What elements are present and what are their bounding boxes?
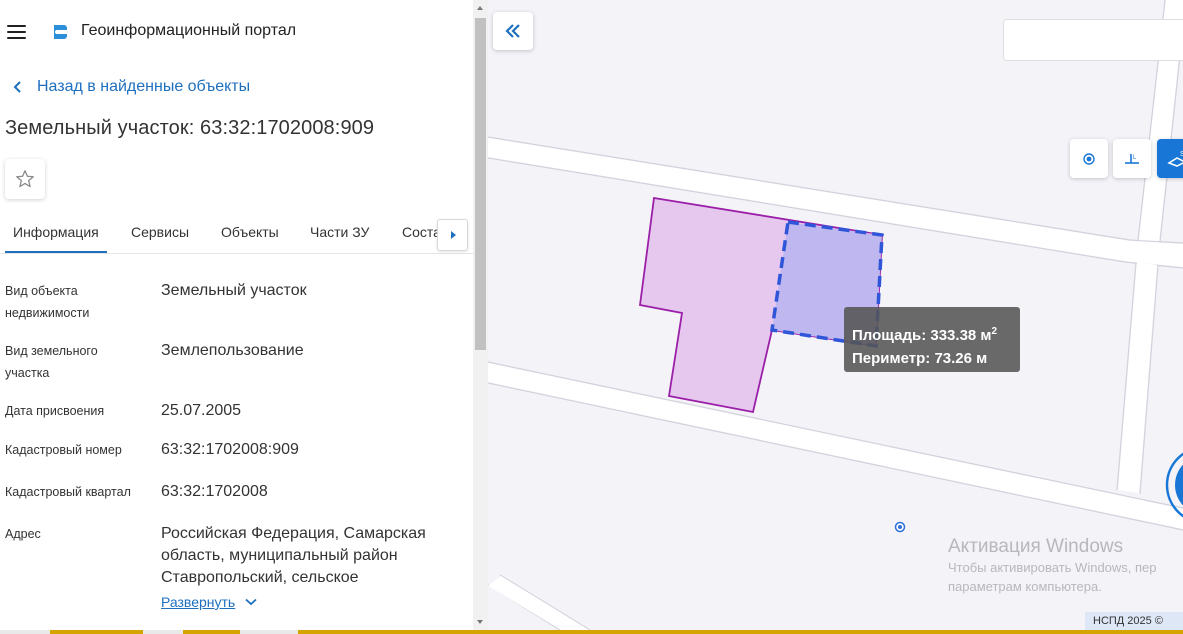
svg-text:L: L	[1133, 155, 1137, 161]
activation-line1: Чтобы активировать Windows, пер	[948, 560, 1157, 575]
info-value: Российская Федерация, Самарская область,…	[161, 525, 426, 586]
scroll-down-arrow[interactable]	[477, 620, 483, 624]
info-row-cadastral-number: Кадастровый номер 63:32:1702008:909	[5, 439, 460, 461]
area-label: Площадь:	[852, 327, 927, 344]
info-label: Кадастровый номер	[5, 443, 122, 457]
object-tabs: Информация Сервисы Объекты Части ЗУ Сост…	[0, 213, 473, 254]
taskbar-segment	[240, 630, 298, 634]
info-row-object-type: Вид объекта недвижимости Земельный участ…	[5, 280, 460, 324]
area-unit-power: 2	[991, 326, 998, 337]
back-link-label: Назад в найденные объекты	[37, 78, 251, 95]
chevron-left-icon	[13, 81, 21, 93]
taskbar-segment	[0, 630, 50, 634]
length-tool-button[interactable]: L	[1113, 139, 1151, 178]
map-copyright: НСПД 2025 ©	[1085, 612, 1183, 630]
hamburger-menu-icon[interactable]	[7, 25, 26, 39]
point-tool-button[interactable]	[1070, 139, 1108, 178]
app-window: Геоинформационный портал Назад в найденн…	[0, 0, 1183, 634]
info-value: Земельный участок	[161, 282, 307, 299]
point-tool-icon	[1083, 152, 1095, 165]
info-label: Адрес	[5, 527, 41, 541]
info-row-cadastral-quarter: Кадастровый квартал 63:32:1702008	[5, 481, 460, 503]
object-title: Земельный участок: 63:32:1702008:909	[5, 117, 375, 139]
info-value: 63:32:1702008	[161, 483, 268, 500]
tab-objects[interactable]: Объекты	[221, 213, 279, 253]
tab-composition[interactable]: Соста	[402, 213, 441, 253]
info-value: Землепользование	[161, 342, 304, 359]
taskbar-segment	[143, 630, 183, 634]
info-row-land-type: Вид земельного участка Землепользование	[5, 340, 460, 384]
tab-services[interactable]: Сервисы	[131, 213, 189, 253]
app-title: Геоинформационный портал	[81, 22, 297, 39]
panel-header: Геоинформационный портал	[0, 0, 473, 62]
expand-address-link[interactable]: Развернуть	[161, 594, 257, 610]
info-value: 63:32:1702008:909	[161, 441, 299, 458]
perimeter-readout: Периметр: 73.26 м	[852, 347, 1012, 370]
area-readout: Площадь: 333.38 м2	[852, 320, 1012, 347]
back-to-results-link[interactable]: Назад в найденные объекты	[11, 78, 250, 96]
map-view[interactable]: Активация Windows Чтобы активировать Win…	[488, 0, 1183, 630]
taskbar-strip	[0, 630, 1183, 634]
info-value: 25.07.2005	[161, 402, 242, 419]
activation-line2: параметрам компьютера.	[948, 579, 1102, 594]
windows-activation-watermark: Активация Windows Чтобы активировать Win…	[948, 536, 1157, 596]
double-chevron-left-icon	[505, 24, 520, 38]
caret-right-icon	[450, 231, 456, 239]
favorite-button[interactable]	[5, 159, 45, 199]
info-label: Дата присвоения	[5, 404, 105, 418]
tab-parcel-parts[interactable]: Части ЗУ	[310, 213, 369, 253]
area-tool-button[interactable]: S	[1157, 139, 1183, 178]
portal-logo-icon	[54, 25, 67, 39]
info-label: Вид земельного участка	[5, 344, 98, 380]
length-tool-icon: L	[1125, 153, 1139, 164]
measurement-tooltip: Площадь: 333.38 м2 Периметр: 73.26 м	[844, 307, 1020, 372]
panel-scrollbar[interactable]	[473, 0, 488, 630]
info-row-assignment-date: Дата присвоения 25.07.2005	[5, 400, 460, 422]
info-label: Вид объекта недвижимости	[5, 284, 90, 320]
info-row-address: Адрес Российская Федерация, Самарская об…	[5, 523, 460, 589]
collapse-panel-button[interactable]	[493, 12, 533, 50]
activation-title: Активация Windows	[948, 536, 1124, 557]
scroll-thumb[interactable]	[475, 18, 486, 350]
location-marker	[894, 521, 906, 533]
scroll-up-arrow[interactable]	[477, 6, 483, 10]
perimeter-label: Периметр:	[852, 350, 931, 367]
map-search-input[interactable]	[1003, 19, 1183, 61]
info-label: Кадастровый квартал	[5, 485, 131, 499]
star-icon	[16, 170, 34, 188]
expand-label: Развернуть	[161, 594, 236, 610]
tabs-scroll-right-button[interactable]	[437, 219, 468, 251]
area-tool-icon: S	[1167, 151, 1183, 167]
object-info-panel: Геоинформационный портал Назад в найденн…	[0, 0, 473, 630]
chevron-down-icon	[245, 598, 257, 606]
perimeter-value: 73.26 м	[934, 350, 988, 367]
tab-info[interactable]: Информация	[5, 213, 107, 253]
area-value: 333.38 м	[930, 327, 992, 344]
